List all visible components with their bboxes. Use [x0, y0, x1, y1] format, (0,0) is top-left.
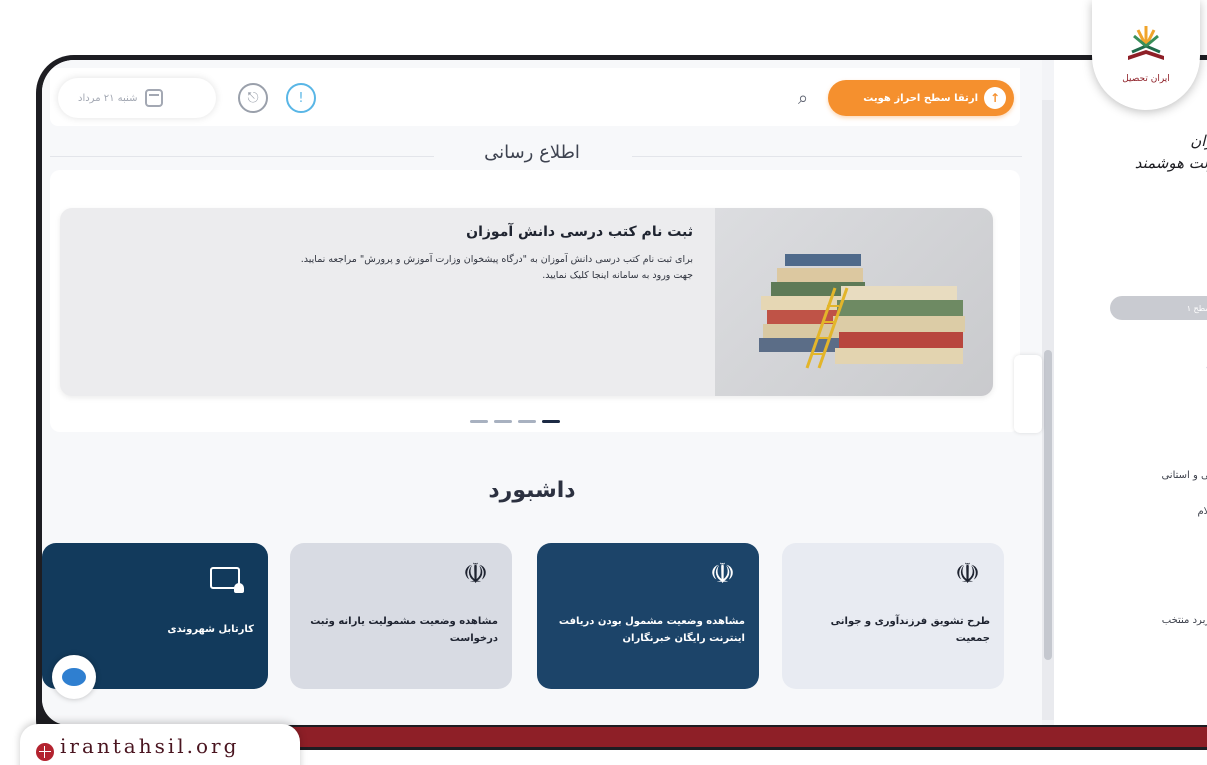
book-logo-icon — [1128, 26, 1164, 60]
main-panel: شنبه ۲۱ مرداد ⎋ ! ⌕ ارتقا سطح احراز هویت… — [42, 60, 1042, 725]
banner-line-1: برای ثبت نام کتب درسی دانش آموزان به "در… — [300, 254, 693, 265]
site-logo: ایران تحصیل — [1092, 0, 1200, 110]
calendar-icon — [145, 89, 164, 107]
screenshot-stage: شنبه ۲۱ مرداد ⎋ ! ⌕ ارتقا سطح احراز هویت… — [0, 0, 1207, 765]
banner-text: ثبت نام کتب درسی دانش آموزان برای ثبت نا… — [173, 224, 693, 284]
sidebar-brand: ایران دولت هوشمند — [1112, 130, 1207, 174]
arrow-up-icon: ↑ — [984, 87, 1006, 109]
card-label: کارتابل شهروندی — [167, 624, 254, 635]
watermark-url-badge: irantahsil.org — [20, 724, 300, 765]
scrollbar-thumb[interactable] — [1044, 350, 1052, 660]
side-drawer-handle[interactable] — [1014, 355, 1042, 433]
iran-emblem-icon: ☫ — [709, 557, 735, 590]
info-icon: ! — [298, 90, 304, 106]
upgrade-auth-button[interactable]: ارتقا سطح احراز هویت ↑ — [828, 80, 1014, 116]
decorative-band — [150, 727, 1207, 747]
globe-icon — [36, 743, 54, 761]
iran-emblem-icon: ☫ — [954, 557, 980, 590]
slider-dot[interactable] — [494, 420, 512, 423]
news-banner[interactable]: ثبت نام کتب درسی دانش آموزان برای ثبت نا… — [60, 208, 993, 396]
news-slider: ثبت نام کتب درسی دانش آموزان برای ثبت نا… — [50, 170, 1020, 432]
sidebar-item-featured[interactable]: کاربرد منتخب — [1162, 615, 1207, 626]
sidebar-item-services[interactable]: ملی و استانی — [1161, 470, 1207, 481]
app-screen: شنبه ۲۱ مرداد ⎋ ! ⌕ ارتقا سطح احراز هویت… — [42, 60, 1207, 725]
books-illustration — [759, 254, 965, 369]
books-image — [715, 208, 993, 396]
watermark-url: irantahsil.org — [60, 734, 240, 758]
dashboard-card-subsidy-status[interactable]: ☫ مشاهده وضعیت مشمولیت یارانه وثبت درخوا… — [290, 543, 512, 689]
title-divider — [632, 156, 1022, 157]
iran-emblem-icon: ☫ — [462, 557, 488, 590]
upgrade-auth-label: ارتقا سطح احراز هویت — [863, 92, 978, 104]
dashboard-card-journalist-internet[interactable]: ☫ مشاهده وضعیت مشمول بودن دریافت اینترنت… — [537, 543, 759, 689]
dashboard-title: داشبورد — [488, 478, 576, 503]
sidebar-item-salam[interactable]: سلام — [1197, 506, 1207, 517]
logout-icon: ⎋ — [247, 90, 259, 106]
brand-line-1: ایران — [1190, 132, 1207, 150]
slider-dot[interactable] — [518, 420, 536, 423]
chat-icon — [62, 668, 86, 686]
slider-dot-active[interactable] — [542, 420, 560, 423]
banner-heading: ثبت نام کتب درسی دانش آموزان — [466, 224, 693, 240]
banner-line-2[interactable]: جهت ورود به سامانه اینجا کلیک نمایید. — [173, 268, 693, 284]
title-divider — [50, 156, 434, 157]
top-bar: شنبه ۲۱ مرداد ⎋ ! ⌕ ارتقا سطح احراز هویت… — [50, 68, 1020, 126]
brand-line-2: دولت هوشمند — [1134, 154, 1207, 172]
card-label: مشاهده وضعیت مشمول بودن دریافت اینترنت ر… — [558, 616, 745, 644]
news-section-title: اطلاع رسانی — [484, 142, 580, 163]
folder-user-icon — [210, 567, 244, 593]
search-button[interactable]: ⌕ — [790, 85, 816, 111]
info-button[interactable]: ! — [286, 83, 316, 113]
search-icon: ⌕ — [797, 87, 809, 109]
card-label: طرح تشویق فرزندآوری و جوانی جمعیت — [830, 616, 990, 644]
dashboard-card-youth-population[interactable]: ☫ طرح تشویق فرزندآوری و جوانی جمعیت — [782, 543, 1004, 689]
card-label: مشاهده وضعیت مشمولیت یارانه وثبت درخواست — [310, 616, 498, 644]
slider-dots — [470, 420, 560, 423]
logo-text: ایران تحصیل — [1122, 74, 1170, 84]
date-pill[interactable]: شنبه ۲۱ مرداد — [58, 78, 216, 118]
right-sidebar: ایران دولت هوشمند سطح ۱ د) ملی و استانی … — [1054, 60, 1207, 725]
logout-button[interactable]: ⎋ — [238, 83, 268, 113]
auth-level-pill[interactable]: سطح ۱ — [1110, 296, 1207, 320]
slider-dot[interactable] — [470, 420, 488, 423]
chat-support-button[interactable] — [52, 655, 96, 699]
date-text: شنبه ۲۱ مرداد — [78, 92, 138, 104]
